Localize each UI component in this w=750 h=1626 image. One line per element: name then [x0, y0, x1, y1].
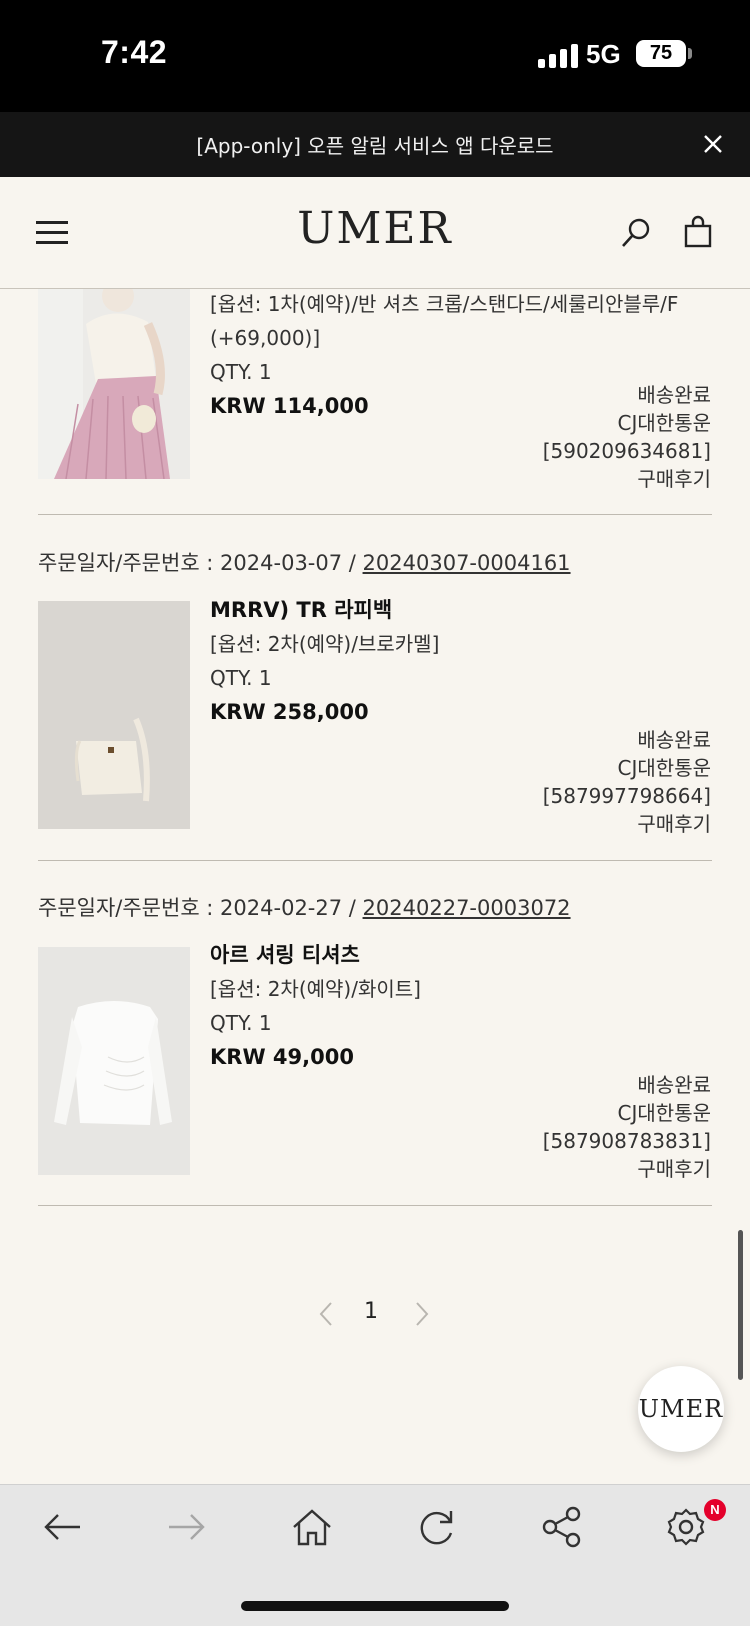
carrier-name: CJ대한통운 — [617, 411, 711, 435]
product-image[interactable] — [38, 289, 190, 479]
order-header: 주문일자/주문번호 : 2024-03-07 / 20240307-000416… — [38, 547, 571, 577]
settings-gear-icon[interactable] — [664, 1505, 708, 1549]
home-indicator[interactable] — [241, 1601, 509, 1611]
delivery-status: 배송완료 CJ대한통운 [587997798664] 구매후기 — [543, 726, 711, 838]
divider — [38, 514, 712, 515]
product-option: [옵션: 2차(예약)/브로카멜] — [210, 632, 440, 656]
product-name[interactable]: MRRV) TR 라피백 — [210, 593, 439, 627]
product-image[interactable] — [38, 947, 190, 1175]
carrier-name: CJ대한통운 — [617, 756, 711, 780]
order-date: 주문일자/주문번호 : 2024-02-27 / — [38, 896, 356, 920]
delivery-status: 배송완료 CJ대한통운 [587908783831] 구매후기 — [543, 1071, 711, 1183]
product-info: MRRV) TR 라피백 [옵션: 2차(예약)/브로카멜] QTY. 1 KR… — [210, 593, 439, 729]
product-option: [옵션: 2차(예약)/화이트] — [210, 977, 421, 1001]
tracking-number[interactable]: [587997798664] — [543, 782, 711, 810]
product-option-continued: (+69,000)] — [210, 326, 321, 350]
order-number-link[interactable]: 20240227-0003072 — [363, 896, 571, 920]
review-link[interactable]: 구매후기 — [543, 810, 711, 838]
status-label: 배송완료 — [637, 383, 711, 407]
carrier-name: CJ대한통운 — [617, 1101, 711, 1125]
review-link[interactable]: 구매후기 — [543, 465, 711, 493]
notification-badge: N — [704, 1499, 726, 1521]
back-arrow-icon[interactable] — [40, 1505, 84, 1549]
product-image[interactable] — [38, 601, 190, 829]
tracking-number[interactable]: [590209634681] — [543, 437, 711, 465]
umer-floating-button[interactable]: UMER — [638, 1366, 724, 1452]
product-info: 아르 셔링 티셔츠 [옵션: 2차(예약)/화이트] QTY. 1 KRW 49… — [210, 938, 421, 1074]
review-link[interactable]: 구매후기 — [543, 1155, 711, 1183]
shopping-bag-icon[interactable] — [683, 215, 713, 249]
divider — [38, 860, 712, 861]
product-option: [옵션: 1차(예약)/반 셔츠 크롭/스탠다드/세룰리안블루/F — [210, 292, 679, 316]
status-label: 배송완료 — [637, 728, 711, 752]
refresh-icon[interactable] — [414, 1505, 458, 1549]
app-download-banner[interactable]: [App-only] 오픈 알림 서비스 앱 다운로드 — [0, 112, 750, 177]
banner-text[interactable]: [App-only] 오픈 알림 서비스 앱 다운로드 — [0, 130, 750, 159]
forward-arrow-icon[interactable] — [165, 1505, 209, 1549]
tracking-number[interactable]: [587908783831] — [543, 1127, 711, 1155]
order-date: 주문일자/주문번호 : 2024-03-07 / — [38, 551, 356, 575]
chevron-left-icon[interactable] — [316, 1299, 336, 1329]
status-bar: 7:42 5G 75 — [0, 0, 750, 112]
scrollbar[interactable] — [738, 1230, 743, 1380]
product-price: KRW 49,000 — [210, 1045, 354, 1069]
product-qty: QTY. 1 — [210, 666, 272, 690]
battery-icon: 75 — [636, 40, 686, 67]
browser-toolbar: N — [0, 1484, 750, 1626]
chevron-right-icon[interactable] — [412, 1299, 432, 1329]
page-number[interactable]: 1 — [364, 1299, 378, 1324]
home-icon[interactable] — [290, 1505, 334, 1549]
status-label: 배송완료 — [637, 1073, 711, 1097]
battery-tip — [688, 48, 692, 59]
delivery-status: 배송완료 CJ대한통운 [590209634681] 구매후기 — [543, 381, 711, 493]
status-time: 7:42 — [101, 34, 168, 70]
search-icon[interactable] — [620, 217, 652, 249]
site-header: UMER — [0, 177, 750, 289]
share-icon[interactable] — [540, 1505, 584, 1549]
product-price: KRW 258,000 — [210, 700, 369, 724]
divider — [38, 1205, 712, 1206]
close-icon[interactable] — [698, 129, 728, 159]
pagination: 1 — [0, 1299, 750, 1329]
network-type: 5G — [586, 39, 621, 69]
signal-icon — [538, 44, 582, 68]
product-name[interactable]: 아르 셔링 티셔츠 — [210, 938, 421, 972]
order-number-link[interactable]: 20240307-0004161 — [363, 551, 571, 575]
product-qty: QTY. 1 — [210, 1011, 272, 1035]
order-header: 주문일자/주문번호 : 2024-02-27 / 20240227-000307… — [38, 892, 571, 922]
